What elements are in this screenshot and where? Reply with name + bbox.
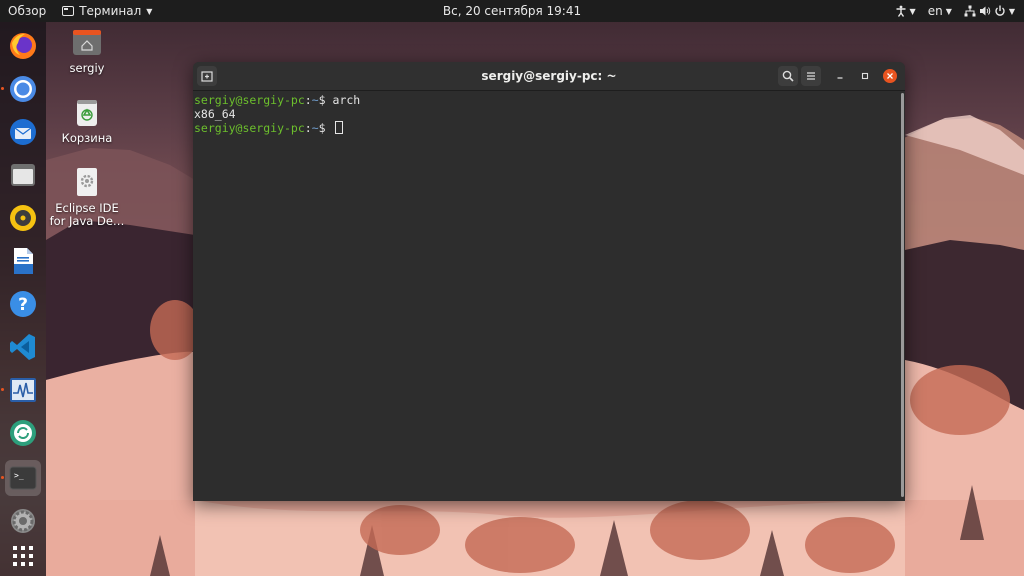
dock-terminal[interactable]: >_ [1,460,41,496]
thunderbird-icon [10,119,36,145]
trash-icon [77,100,97,126]
text-cursor [334,121,343,134]
activities-button[interactable]: Обзор [0,0,54,22]
hamburger-menu-button[interactable] [801,66,821,86]
command-text: arch [332,93,361,107]
system-menu[interactable]: ▼ [961,0,1018,22]
dock-files[interactable] [5,157,41,193]
scrollbar[interactable] [901,93,904,497]
show-apps-button[interactable] [5,538,41,574]
desktop-icon-eclipse[interactable]: Eclipse IDE for Java De… [45,166,129,228]
desktop-icon-label: sergiy [69,61,105,75]
rhythmbox-icon [10,205,36,231]
desktop-icon-label: Корзина [61,131,113,145]
command-output: x86_64 [194,107,236,121]
dock-libreoffice-writer[interactable] [5,243,41,279]
app-menu[interactable]: Терминал ▼ [54,0,160,22]
dock-rhythmbox[interactable] [5,200,41,236]
terminal-line: x86_64 [194,107,905,121]
vscode-icon [10,334,35,360]
dock-settings[interactable] [5,503,41,539]
chevron-down-icon: ▼ [909,6,916,16]
terminal-line: sergiy@sergiy-pc:~$ [194,121,905,135]
show-apps-icon [13,546,33,566]
running-indicator [1,87,4,90]
chevron-down-icon: ▼ [1008,6,1015,16]
prompt-path: ~ [311,93,319,107]
terminal-line: sergiy@sergiy-pc:~$ arch [194,93,361,107]
files-icon [11,164,35,186]
language-indicator: en [927,4,943,18]
libreoffice-writer-icon [14,248,33,274]
maximize-button[interactable] [858,69,872,83]
window-title: sergiy@sergiy-pc: ~ [481,68,617,83]
prompt-path: ~ [311,121,319,135]
terminal-output[interactable]: sergiy@sergiy-pc:~$ arch x86_64 sergiy@s… [193,91,905,501]
svg-text:?: ? [18,295,28,315]
system-tray: ▼ en ▼ ▼ [892,0,1018,22]
prompt-user: sergiy@sergiy-pc [194,93,305,107]
chevron-down-icon: ▼ [146,6,153,16]
clock[interactable]: Вс, 20 сентября 19:41 [443,4,581,18]
chromium-icon [10,76,36,102]
dock-software-updater[interactable] [5,415,41,451]
chevron-down-icon: ▼ [945,6,952,16]
close-button[interactable] [883,69,897,83]
dock-chromium[interactable] [1,71,41,107]
terminal-app-icon [62,6,75,16]
accessibility-icon [896,5,906,17]
home-folder-icon [73,30,101,55]
dock: ? >_ [0,22,46,576]
minimize-icon [837,77,843,79]
top-bar: Обзор Терминал ▼ Вс, 20 сентября 19:41 ▼… [0,0,1024,22]
minimize-button[interactable] [833,69,847,83]
search-icon [782,70,794,82]
close-icon [887,73,893,79]
eclipse-launcher-icon [77,168,97,196]
app-menu-label: Терминал [79,4,142,18]
system-monitor-icon [10,378,36,402]
terminal-window[interactable]: sergiy@sergiy-pc: ~ sergiy@sergiy-pc:~$ … [193,62,905,501]
dock-system-monitor[interactable] [1,372,41,408]
running-indicator [1,388,4,391]
prompt-user: sergiy@sergiy-pc [194,121,305,135]
help-icon: ? [10,291,36,317]
dock-vscode[interactable] [5,329,41,365]
svg-text:>_: >_ [14,471,24,480]
dock-help[interactable]: ? [5,286,41,322]
search-button[interactable] [778,66,798,86]
software-updater-icon [10,420,36,446]
terminal-icon: >_ [9,466,37,490]
terminal-headerbar[interactable]: sergiy@sergiy-pc: ~ [193,62,905,91]
language-menu[interactable]: en ▼ [925,0,955,22]
power-icon [995,5,1005,16]
dock-thunderbird[interactable] [5,114,41,150]
dock-firefox[interactable] [5,28,41,64]
network-icon [964,5,976,17]
desktop-icon-home[interactable]: sergiy [45,26,129,75]
accessibility-menu[interactable]: ▼ [892,0,919,22]
desktop-icon-label: for Java De… [49,214,125,228]
desktop-icon-trash[interactable]: Корзина [45,96,129,145]
running-indicator [1,476,4,479]
volume-icon [979,6,991,16]
maximize-icon [861,72,869,80]
hamburger-menu-icon [807,72,815,80]
firefox-icon [10,33,36,59]
settings-icon [11,509,35,533]
